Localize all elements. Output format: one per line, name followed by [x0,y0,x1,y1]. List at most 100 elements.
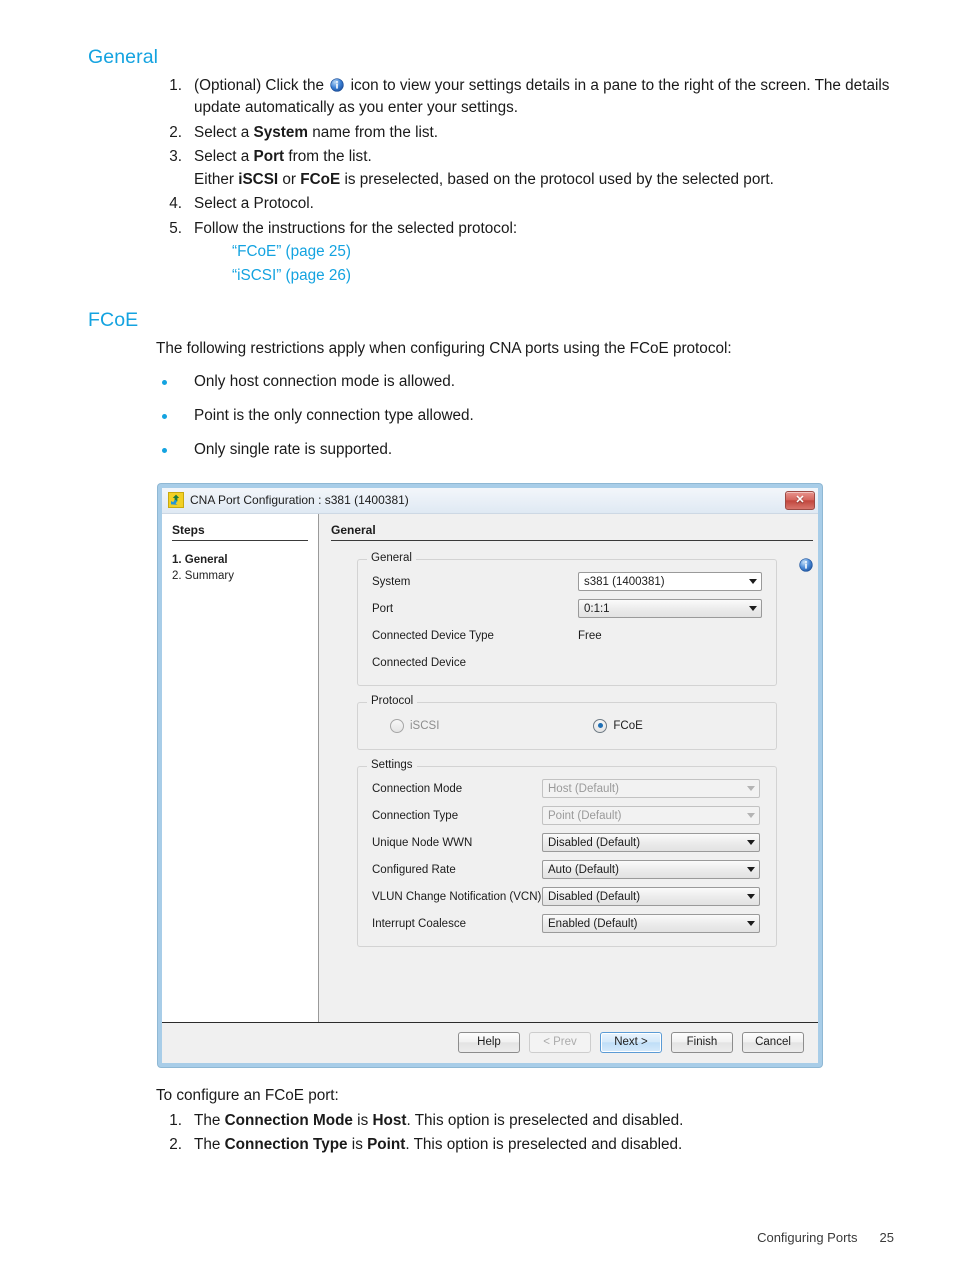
connected-device-row: Connected Device [372,653,762,673]
page-title-fcoe: FCoE [88,308,139,331]
interrupt-coalesce-value: Enabled (Default) [548,917,638,930]
general-steps-block: 1. (Optional) Click the icon to view you… [156,75,894,287]
subtext-pre: Either [194,170,239,188]
help-button[interactable]: Help [458,1031,520,1053]
list-item: 1. (Optional) Click the icon to view you… [156,75,894,120]
footer-chapter: Configuring Ports [757,1230,858,1245]
port-label: Port [372,602,394,615]
list-item-number: 1. [169,77,182,94]
vcn-dropdown[interactable]: Disabled (Default) [542,887,760,907]
chevron-down-icon [747,840,755,846]
list-item-text-before-icon: (Optional) Click the [194,77,325,94]
list-item: 1. The Connection Mode is Host. This opt… [156,1110,894,1132]
connection-mode-row: Connection Mode Host (Default) [372,779,762,799]
closing-text-post: . This option is preselected and disable… [405,1136,683,1154]
connected-device-label: Connected Device [372,656,466,669]
close-icon[interactable]: ✕ [785,490,815,510]
list-item-number: 1. [169,1111,182,1129]
content-pane: General General System s381 (1400381) Po… [319,514,825,1022]
list-item-number: 3. [169,148,182,166]
list-item-subtext: Either iSCSI or FCoE is preselected, bas… [194,169,894,191]
recycle-arrows-icon [168,492,184,509]
subtext-mid: or [278,170,301,188]
list-item: Point is the only connection type allowe… [156,405,894,428]
vcn-row: VLUN Change Notification (VCN) Disabled … [372,887,762,907]
system-row: System s381 (1400381) [372,572,762,592]
chevron-down-icon [747,921,755,927]
fcoe-intro-paragraph: The following restrictions apply when co… [156,339,732,357]
interrupt-coalesce-label: Interrupt Coalesce [372,917,466,930]
list-item-number: 5. [169,219,182,237]
chevron-down-icon [747,894,755,900]
emphasis-connection-mode: Connection Mode [224,1111,353,1129]
emphasis-point: Point [367,1136,406,1154]
protocol-group: Protocol iSCSI FCoE [357,694,777,750]
next-button[interactable]: Next > [600,1031,662,1053]
radio-iscsi-label: iSCSI [410,719,440,732]
page-title-general: General [88,46,159,68]
list-item: Only host connection mode is allowed. [156,371,894,394]
sidebar-item-summary[interactable]: 2. Summary [172,570,308,582]
emphasis-connection-type: Connection Type [224,1136,348,1154]
vcn-value: Disabled (Default) [548,890,641,903]
connected-device-type-label: Connected Device Type [372,629,494,642]
configured-rate-value: Auto (Default) [548,863,619,876]
radio-fcoe[interactable]: FCoE [593,718,643,733]
list-item-text: Follow the instructions for the selected… [194,219,518,237]
steps-pane: Steps 1. General 2. Summary [162,513,319,1022]
list-item-number: 2. [169,123,182,141]
interrupt-coalesce-dropdown[interactable]: Enabled (Default) [542,914,760,934]
connected-device-type-row: Connected Device Type Free [372,626,762,646]
settings-group: Settings Connection Mode Host (Default) … [357,758,777,947]
port-dropdown[interactable]: 0:1:1 [578,599,762,619]
emphasis-iscsi: iSCSI [238,170,279,188]
connection-mode-label: Connection Mode [372,782,463,795]
link-fcoe-page[interactable]: “FCoE” (page 25) [232,240,894,263]
chevron-down-icon [749,606,757,612]
dialog-screenshot: CNA Port Configuration : s381 (1400381) … [158,483,825,1067]
info-icon[interactable] [799,557,813,572]
emphasis-fcoe: FCoE [300,170,341,188]
protocol-group-legend: Protocol [367,694,418,707]
page-footer: Configuring Ports 25 [757,1230,894,1245]
dialog-titlebar[interactable]: CNA Port Configuration : s381 (1400381) … [162,487,818,514]
close-glyph: ✕ [795,493,805,506]
connection-type-label: Connection Type [372,809,459,822]
list-item-text: Select a Protocol. [194,195,314,213]
system-value: s381 (1400381) [584,575,665,588]
finish-button[interactable]: Finish [671,1031,733,1053]
closing-text-post: . This option is preselected and disable… [406,1111,684,1129]
subtext-post: is preselected, based on the protocol us… [340,170,774,188]
radio-fcoe-label: FCoE [613,719,643,732]
unique-node-wwn-dropdown[interactable]: Disabled (Default) [542,833,760,853]
list-item: Only single rate is supported. [156,439,894,462]
list-item-text-tail: from the list. [284,148,372,166]
radio-unchecked-icon [390,718,404,733]
system-label: System [372,575,411,588]
emphasis-system: System [253,123,308,141]
cna-port-configuration-dialog: CNA Port Configuration : s381 (1400381) … [158,483,825,1067]
protocol-radio-row: iSCSI FCoE [372,715,762,737]
chevron-down-icon [747,867,755,873]
dialog-title: CNA Port Configuration : s381 (1400381) [190,493,409,508]
dialog-button-bar: Help < Prev Next > Finish Cancel [162,1021,818,1063]
configured-rate-dropdown[interactable]: Auto (Default) [542,860,760,880]
steps-pane-header: Steps [172,523,308,541]
closing-block: To configure an FCoE port: 1. The Connec… [156,1085,894,1157]
general-group: General System s381 (1400381) Port 0:1:1… [357,551,777,686]
list-item: 3. Select a Port from the list. Either i… [156,146,894,191]
cancel-button[interactable]: Cancel [742,1031,804,1053]
chevron-down-icon [747,786,755,792]
system-dropdown[interactable]: s381 (1400381) [578,572,762,592]
unique-node-wwn-label: Unique Node WWN [372,836,473,849]
settings-group-legend: Settings [367,758,417,771]
chevron-down-icon [749,579,757,585]
connection-type-value: Point (Default) [548,809,622,822]
link-iscsi-page[interactable]: “iSCSI” (page 26) [232,264,894,287]
fcoe-restrictions-list: Only host connection mode is allowed. Po… [156,371,894,462]
connection-mode-value: Host (Default) [548,782,619,795]
radio-iscsi[interactable]: iSCSI [390,718,440,733]
list-item-text-tail: name from the list. [307,123,439,141]
sidebar-item-general[interactable]: 1. General [172,554,308,566]
info-icon[interactable] [330,77,344,92]
